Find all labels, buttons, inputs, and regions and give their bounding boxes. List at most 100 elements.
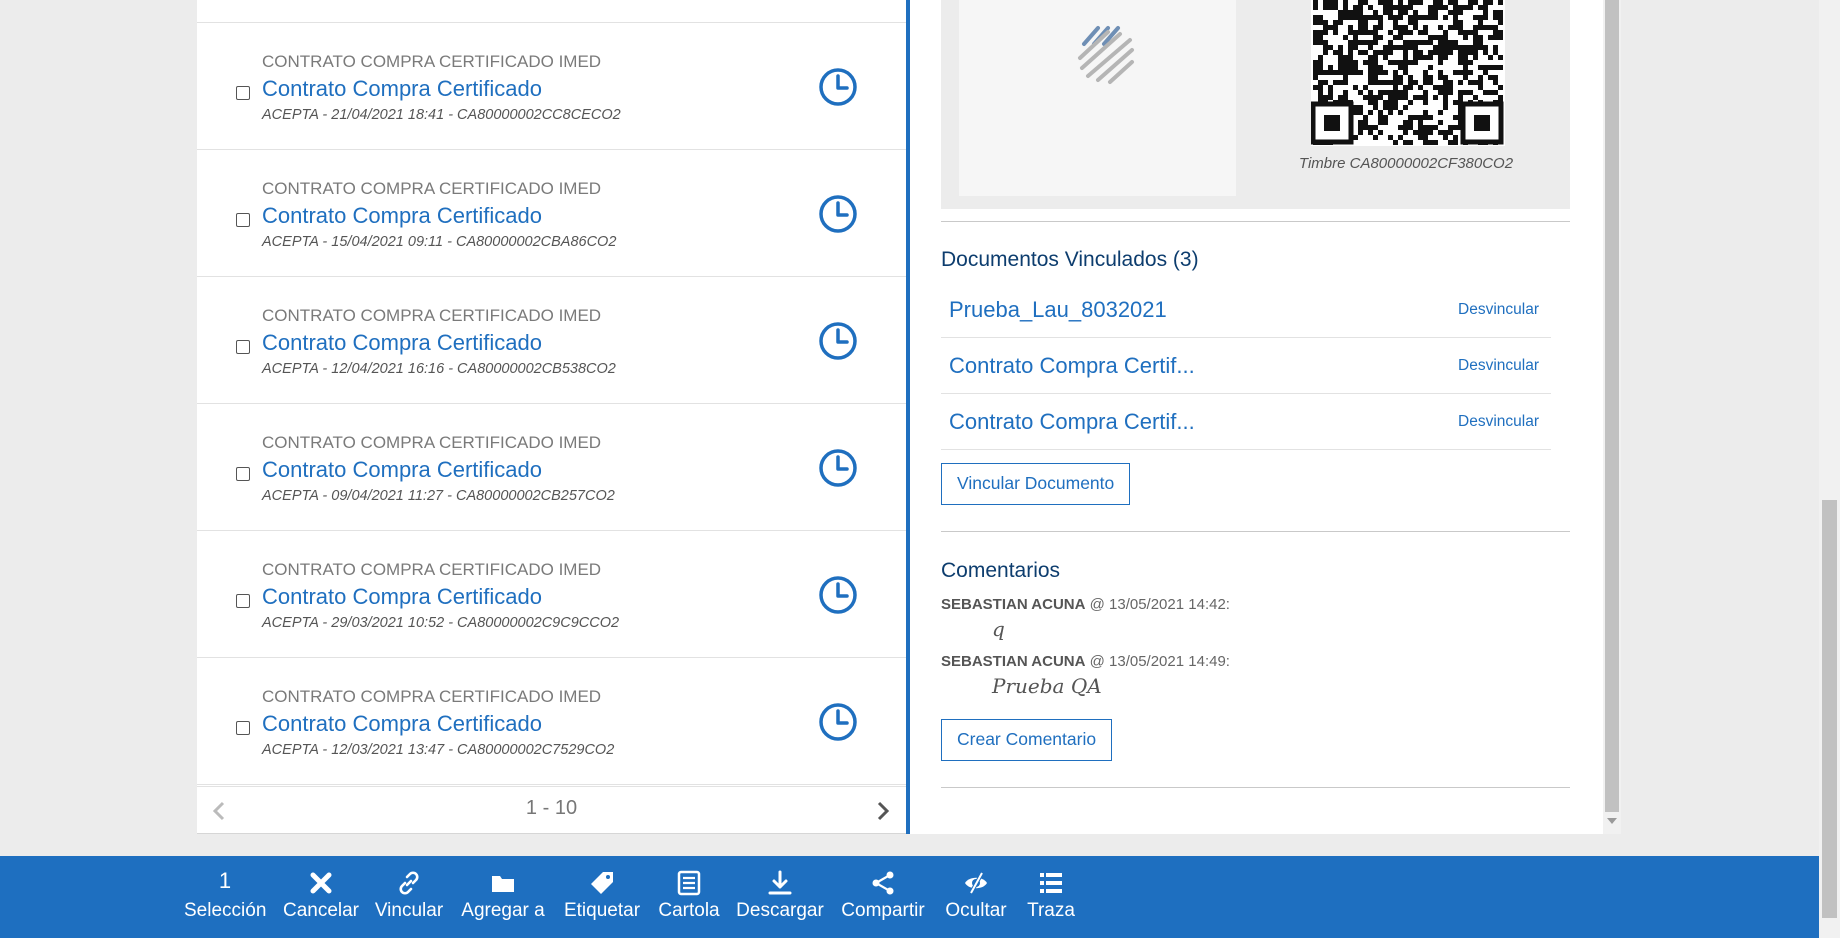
- section-divider: [941, 221, 1570, 222]
- preview-area: Timbre CA80000002CF380CO2: [941, 0, 1570, 209]
- download-button[interactable]: Descargar: [736, 856, 824, 938]
- comment-text: Prueba QA: [992, 674, 1102, 698]
- item-title-link[interactable]: Contrato Compra Certificado: [262, 203, 542, 229]
- toolbar-label: Agregar a: [461, 900, 545, 921]
- document-detail: Timbre CA80000002CF380CO2 Documentos Vin…: [910, 0, 1605, 834]
- toolbar-label: Etiquetar: [563, 900, 641, 921]
- item-category: CONTRATO COMPRA CERTIFICADO IMED: [262, 433, 602, 452]
- item-subtitle: ACEPTA - 21/04/2021 18:41 - CA80000002CC…: [262, 107, 621, 123]
- item-title-link[interactable]: Contrato Compra Certificado: [262, 457, 542, 483]
- linked-doc-link[interactable]: Contrato Compra Certif...: [949, 409, 1195, 435]
- selection-indicator[interactable]: 1 Selección: [184, 856, 266, 938]
- scrollbar-thumb[interactable]: [1822, 500, 1837, 918]
- toolbar-label: Selección: [184, 900, 267, 921]
- item-subtitle: ACEPTA - 15/04/2021 09:11 - CA80000002CB…: [262, 234, 617, 250]
- linked-doc-link[interactable]: Contrato Compra Certif...: [949, 353, 1195, 379]
- list-item[interactable]: CONTRATO COMPRA CERTIFICADO IMED Contrat…: [197, 150, 906, 277]
- item-category: CONTRATO COMPRA CERTIFICADO IMED: [262, 560, 602, 579]
- scrollbar-thumb[interactable]: [1605, 0, 1619, 812]
- list-item[interactable]: CONTRATO COMPRA CERTIFICADO IMED Contrat…: [197, 277, 906, 404]
- comment-meta: @ 13/05/2021 14:49:: [1085, 653, 1230, 670]
- unlink-button[interactable]: Desvincular: [1458, 357, 1539, 375]
- section-divider: [941, 787, 1570, 788]
- item-checkbox[interactable]: [236, 594, 250, 608]
- item-subtitle: ACEPTA - 29/03/2021 10:52 - CA80000002C9…: [262, 615, 620, 631]
- linked-doc-row: Prueba_Lau_8032021 Desvincular: [941, 282, 1551, 338]
- clock-icon[interactable]: [818, 321, 858, 361]
- scroll-down-arrow-icon[interactable]: [1607, 818, 1617, 824]
- cancel-button[interactable]: Cancelar: [282, 856, 360, 938]
- item-category: CONTRATO COMPRA CERTIFICADO IMED: [262, 687, 602, 706]
- comment-header: SEBASTIAN ACUNA @ 13/05/2021 14:49:: [941, 653, 1230, 670]
- toolbar-label: Vincular: [374, 900, 444, 921]
- section-divider: [941, 531, 1570, 532]
- item-checkbox[interactable]: [236, 721, 250, 735]
- clock-icon[interactable]: [818, 702, 858, 742]
- list-icon: [1040, 873, 1062, 893]
- list-item-partial: [197, 0, 906, 23]
- comments-title: Comentarios: [941, 559, 1061, 582]
- tag-button[interactable]: Etiquetar: [560, 856, 644, 938]
- item-title-link[interactable]: Contrato Compra Certificado: [262, 76, 542, 102]
- toolbar-label: Cartola: [658, 900, 720, 921]
- item-subtitle: ACEPTA - 12/03/2021 13:47 - CA80000002C7…: [262, 742, 615, 758]
- list-item[interactable]: CONTRATO COMPRA CERTIFICADO IMED Contrat…: [197, 404, 906, 531]
- comment-author: SEBASTIAN ACUNA: [941, 596, 1086, 613]
- chevron-right-icon[interactable]: [873, 799, 893, 823]
- x-icon: [310, 872, 332, 894]
- toolbar-label: Compartir: [841, 900, 925, 921]
- list-item[interactable]: CONTRATO COMPRA CERTIFICADO IMED Contrat…: [197, 531, 906, 658]
- cartola-button[interactable]: Cartola: [656, 856, 722, 938]
- share-icon: [872, 871, 894, 895]
- unlink-button[interactable]: Desvincular: [1458, 301, 1539, 319]
- timbre-label: Timbre CA80000002CF380CO2: [1298, 155, 1514, 172]
- document-logo-icon: [1078, 26, 1134, 84]
- list-item[interactable]: CONTRATO COMPRA CERTIFICADO IMED Contrat…: [197, 23, 906, 150]
- folder-icon: [492, 876, 514, 892]
- trace-button[interactable]: Traza: [1020, 856, 1082, 938]
- document-list: CONTRATO COMPRA CERTIFICADO IMED Contrat…: [197, 0, 906, 834]
- toolbar-label: Descargar: [736, 900, 824, 921]
- toolbar-label: Traza: [1027, 900, 1075, 921]
- clock-icon[interactable]: [818, 448, 858, 488]
- item-checkbox[interactable]: [236, 467, 250, 481]
- download-icon: [768, 870, 792, 895]
- comment-meta: @ 13/05/2021 14:42:: [1085, 596, 1230, 613]
- item-checkbox[interactable]: [236, 213, 250, 227]
- linked-doc-link[interactable]: Prueba_Lau_8032021: [949, 297, 1167, 323]
- link-icon: [399, 871, 419, 895]
- linked-docs-title: Documentos Vinculados (3): [941, 248, 1199, 271]
- clock-icon[interactable]: [818, 67, 858, 107]
- list-doc-icon: [677, 870, 701, 896]
- tag-icon: [591, 872, 613, 894]
- clock-icon[interactable]: [818, 575, 858, 615]
- qr-code: [1311, 0, 1505, 146]
- selection-count: 1: [218, 868, 232, 893]
- add-to-folder-button[interactable]: Agregar a: [460, 856, 546, 938]
- item-title-link[interactable]: Contrato Compra Certificado: [262, 711, 542, 737]
- create-comment-button[interactable]: Crear Comentario: [941, 719, 1113, 761]
- link-document-button[interactable]: Vincular Documento: [941, 463, 1131, 505]
- item-title-link[interactable]: Contrato Compra Certificado: [262, 330, 542, 356]
- document-thumbnail[interactable]: [959, 0, 1236, 196]
- item-category: CONTRATO COMPRA CERTIFICADO IMED: [262, 179, 602, 198]
- page-scrollbar[interactable]: [1819, 0, 1840, 938]
- detail-scrollbar[interactable]: [1603, 0, 1621, 834]
- item-checkbox[interactable]: [236, 86, 250, 100]
- item-title-link[interactable]: Contrato Compra Certificado: [262, 584, 542, 610]
- comment-header: SEBASTIAN ACUNA @ 13/05/2021 14:42:: [941, 596, 1230, 613]
- unlink-button[interactable]: Desvincular: [1458, 413, 1539, 431]
- list-item[interactable]: CONTRATO COMPRA CERTIFICADO IMED Contrat…: [197, 658, 906, 785]
- item-subtitle: ACEPTA - 12/04/2021 16:16 - CA80000002CB…: [262, 361, 616, 377]
- item-checkbox[interactable]: [236, 340, 250, 354]
- comment-text: q: [992, 617, 1005, 641]
- clock-icon[interactable]: [818, 194, 858, 234]
- share-button[interactable]: Compartir: [840, 856, 926, 938]
- hide-button[interactable]: Ocultar: [942, 856, 1010, 938]
- item-category: CONTRATO COMPRA CERTIFICADO IMED: [262, 52, 602, 71]
- pagination: 1 - 10: [197, 786, 906, 834]
- item-category: CONTRATO COMPRA CERTIFICADO IMED: [262, 306, 602, 325]
- eye-slash-icon: [965, 872, 987, 894]
- page-range: 1 - 10: [525, 797, 578, 819]
- link-button[interactable]: Vincular: [372, 856, 446, 938]
